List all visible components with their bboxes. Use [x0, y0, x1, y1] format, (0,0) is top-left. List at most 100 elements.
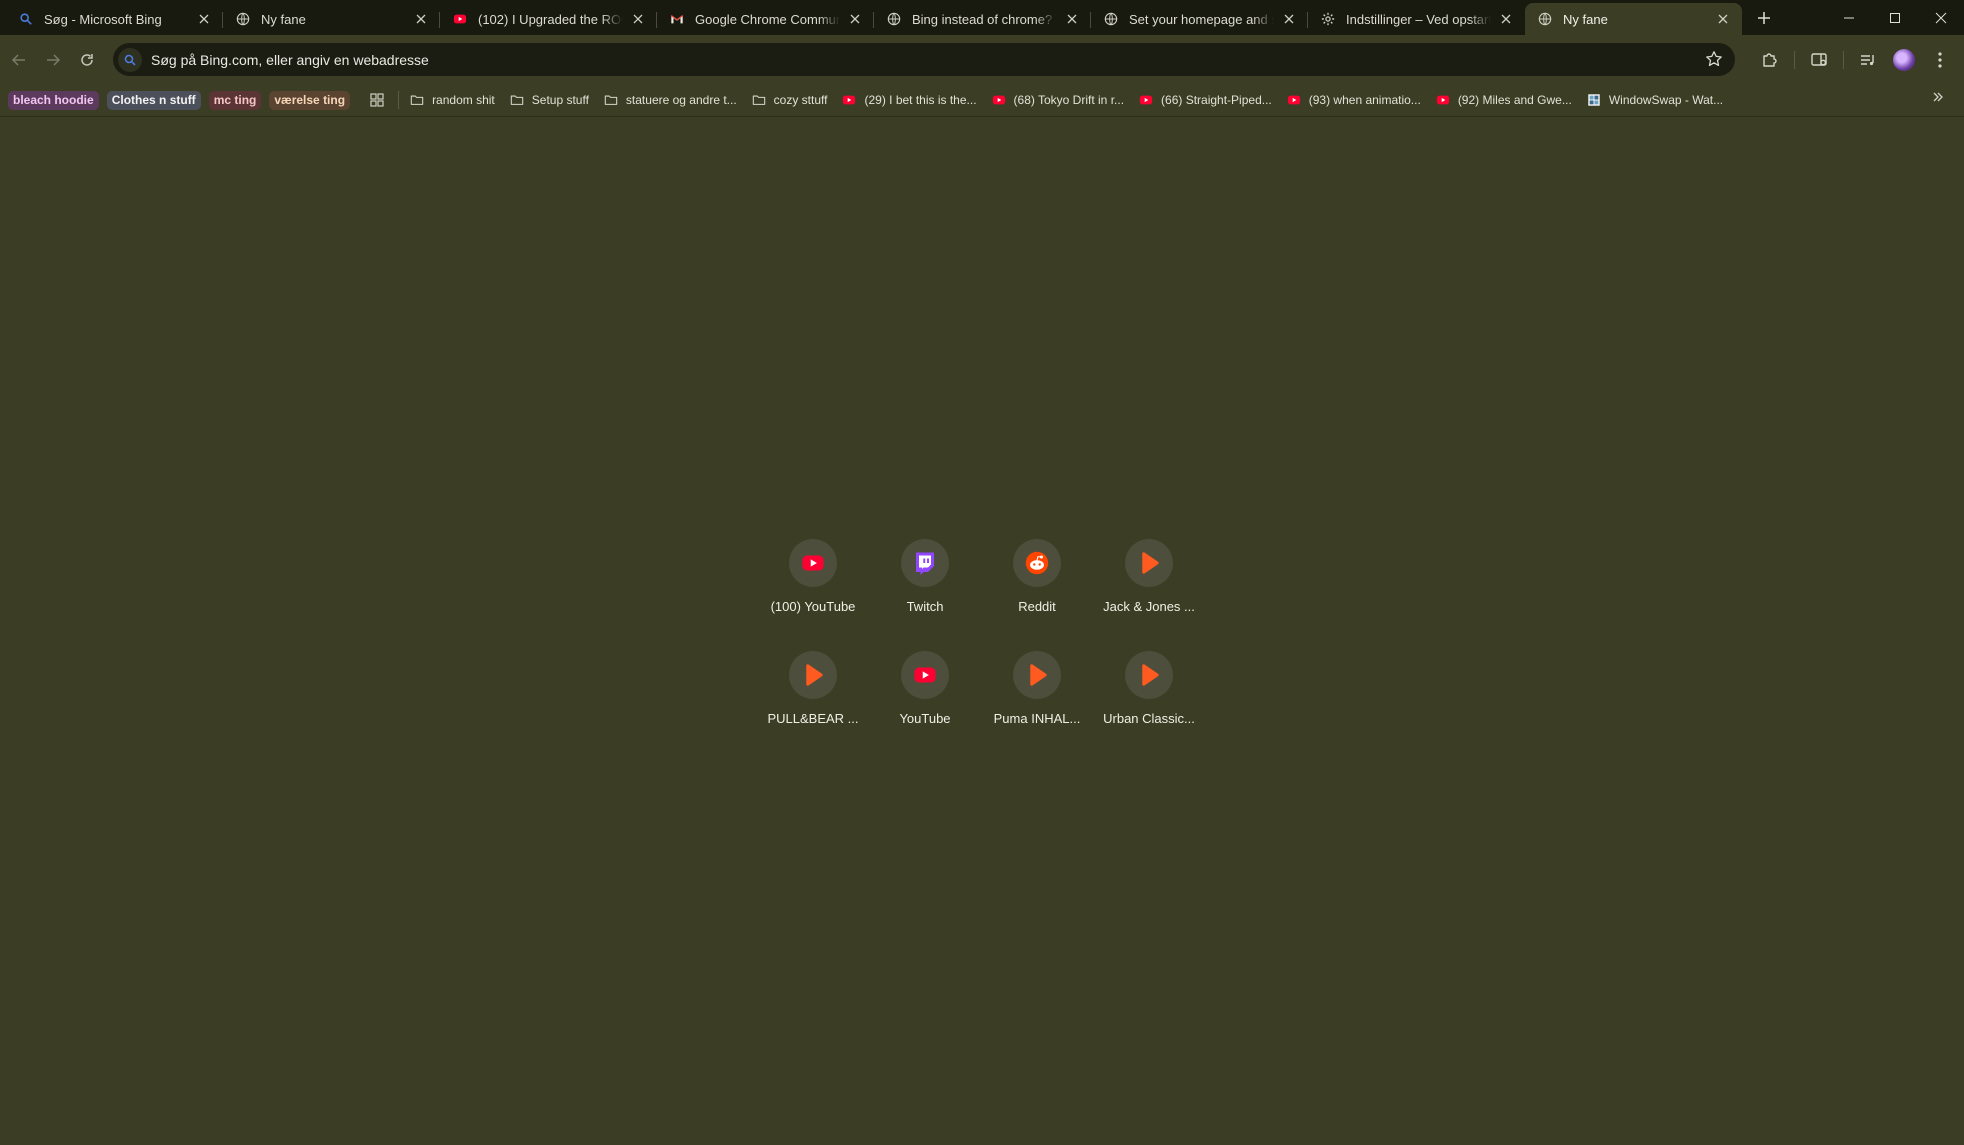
menu-button[interactable] [1922, 42, 1958, 78]
extensions-button[interactable] [1752, 42, 1788, 78]
tab[interactable]: Ny fane [1525, 3, 1742, 35]
bookmark-folder[interactable]: Setup stuff [509, 88, 589, 112]
bookmark-item[interactable]: (68) Tokyo Drift in r... [991, 88, 1124, 112]
reload-icon [81, 53, 93, 66]
bookmark-label: WindowSwap - Wat... [1608, 93, 1724, 107]
bookmark-item[interactable]: (92) Miles and Gwe... [1435, 88, 1572, 112]
tab-title: Ny fane [261, 11, 306, 27]
close-tab-button[interactable] [412, 10, 430, 28]
bookmark-label: (66) Straight-Piped... [1161, 93, 1272, 107]
close-tab-button[interactable] [1063, 10, 1081, 28]
youtube-icon [789, 539, 837, 587]
puzzle-icon [1763, 52, 1777, 67]
double-chevron-right-icon [1933, 92, 1943, 102]
close-tab-button[interactable] [629, 10, 647, 28]
close-tab-button[interactable] [1714, 10, 1732, 28]
bookmark-folder[interactable]: cozy sttuff [751, 88, 827, 112]
tab-title: Søg - Microsoft Bing [44, 11, 162, 27]
bookmark-folder[interactable]: random shit [409, 88, 495, 112]
tab[interactable]: Indstillinger – Ved opstart [1307, 3, 1525, 35]
close-icon [633, 14, 643, 24]
bookmark-label: random shit [432, 93, 495, 107]
address-bar[interactable]: Søg på Bing.com, eller angiv en webadres… [113, 43, 1735, 76]
minimize-icon [1844, 17, 1854, 18]
play-icon [1013, 651, 1061, 699]
search-icon [118, 47, 142, 72]
shortcut-label: Urban Classic... [1103, 711, 1195, 726]
play-icon [1125, 539, 1173, 587]
tab[interactable]: (102) I Upgraded the ROG Ally [439, 3, 657, 35]
close-tab-button[interactable] [1280, 10, 1298, 28]
maximize-button[interactable] [1872, 0, 1918, 35]
bookmark-star-button[interactable] [1705, 50, 1723, 73]
address-bar-placeholder: Søg på Bing.com, eller angiv en webadres… [151, 51, 429, 68]
close-tab-button[interactable] [195, 10, 213, 28]
bookmark-label: statuere og andre t... [625, 93, 737, 107]
close-icon [850, 14, 860, 24]
globe-icon [886, 11, 902, 27]
shortcut-label: PULL&BEAR ... [767, 711, 859, 726]
shortcut-tile[interactable]: Puma INHAL... [981, 639, 1093, 751]
bookmark-item[interactable]: WindowSwap - Wat... [1586, 88, 1723, 112]
tab[interactable]: Set your homepage and startup [1090, 3, 1308, 35]
media-controls-button[interactable] [1850, 42, 1886, 78]
reload-button[interactable] [70, 43, 104, 77]
profile-button[interactable] [1886, 42, 1922, 78]
bookmark-group-chip[interactable]: bleach hoodie [8, 90, 99, 110]
close-tab-button[interactable] [1497, 10, 1515, 28]
bookmark-folder[interactable]: statuere og andre t... [603, 88, 737, 112]
shortcut-tile[interactable]: Jack & Jones ... [1093, 527, 1205, 639]
tab[interactable]: Søg - Microsoft Bing [6, 3, 223, 35]
tab[interactable]: Google Chrome Community [656, 3, 874, 35]
bookmark-item[interactable]: (66) Straight-Piped... [1138, 88, 1272, 112]
tab-list: Søg - Microsoft Bing Ny fane (102) I Upgra… [0, 0, 1742, 35]
youtube-icon [1138, 92, 1154, 108]
gear-icon [1320, 11, 1336, 27]
side-panel-search-icon [1811, 52, 1827, 66]
youtube-icon [901, 651, 949, 699]
close-window-button[interactable] [1918, 0, 1964, 35]
tab-strip: Søg - Microsoft Bing Ny fane (102) I Upgra… [0, 0, 1964, 35]
toolbar-divider [1843, 50, 1844, 69]
tab-title: Bing instead of chrome? - Google [912, 11, 1057, 27]
avatar [1893, 48, 1915, 71]
shortcut-tile[interactable]: PULL&BEAR ... [757, 639, 869, 751]
tab-title: Indstillinger – Ved opstart [1346, 11, 1491, 27]
close-tab-button[interactable] [846, 10, 864, 28]
bookmark-group-chip[interactable]: Clothes n stuff [106, 90, 201, 110]
shortcut-tile[interactable]: Twitch [869, 527, 981, 639]
minimize-button[interactable] [1826, 0, 1872, 35]
tab[interactable]: Ny fane [222, 3, 440, 35]
shortcut-label: YouTube [899, 711, 951, 726]
shortcut-tile[interactable]: Urban Classic... [1093, 639, 1205, 751]
maximize-icon [1890, 12, 1900, 23]
more-bookmarks-button[interactable] [1932, 90, 1944, 108]
folder-icon [509, 92, 525, 108]
bookmark-group-chip[interactable]: mc ting [208, 90, 262, 110]
back-button[interactable] [2, 43, 36, 77]
side-panel-button[interactable] [1801, 42, 1837, 78]
youtube-icon [1435, 92, 1451, 108]
tab[interactable]: Bing instead of chrome? - Google [873, 3, 1091, 35]
window-controls [1826, 0, 1964, 35]
tab-title: (102) I Upgraded the ROG Ally [478, 11, 623, 27]
arrow-left-icon [11, 53, 25, 66]
bookmark-item[interactable]: (29) I bet this is the... [841, 88, 977, 112]
apps-button[interactable] [366, 89, 388, 111]
bookmark-label: (29) I bet this is the... [864, 93, 977, 107]
close-icon [1284, 14, 1294, 24]
folder-icon [603, 92, 619, 108]
bookmarks-bar: bleach hoodie Clothes n stuff mc ting værel… [0, 84, 1964, 117]
bookmark-group-chip[interactable]: værelse ting [269, 90, 351, 110]
forward-button[interactable] [36, 43, 70, 77]
bookmark-list: random shit Setup stuff statuere og andre … [409, 88, 1737, 112]
new-tab-button[interactable] [1750, 4, 1778, 32]
bookmark-item[interactable]: (93) when animatio... [1286, 88, 1421, 112]
youtube-icon [1286, 92, 1302, 108]
globe-icon [1537, 11, 1553, 27]
shortcut-tile[interactable]: YouTube [869, 639, 981, 751]
shortcut-tile[interactable]: (100) YouTube [757, 527, 869, 639]
queue-music-icon [1861, 54, 1874, 65]
shortcut-tile[interactable]: Reddit [981, 527, 1093, 639]
close-icon [1067, 14, 1077, 24]
